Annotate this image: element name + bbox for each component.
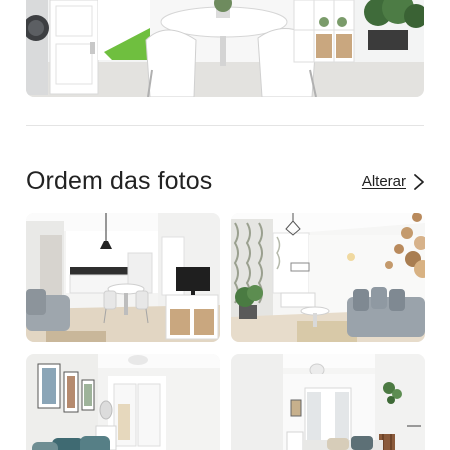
chevron-right-icon[interactable] bbox=[412, 173, 426, 191]
section-title: Ordem das fotos bbox=[26, 167, 213, 195]
photo-living-sofa[interactable] bbox=[231, 213, 425, 342]
photo-living-kitchen[interactable] bbox=[26, 213, 220, 342]
photo-tour-screen: Ordem das fotos Alterar bbox=[0, 0, 450, 450]
hero-photo-dining[interactable] bbox=[26, 0, 424, 97]
section-divider bbox=[26, 125, 424, 126]
photo-bedroom-1[interactable] bbox=[26, 354, 220, 450]
change-order-link[interactable]: Alterar bbox=[362, 173, 406, 191]
photo-bedroom-2[interactable] bbox=[231, 354, 425, 450]
